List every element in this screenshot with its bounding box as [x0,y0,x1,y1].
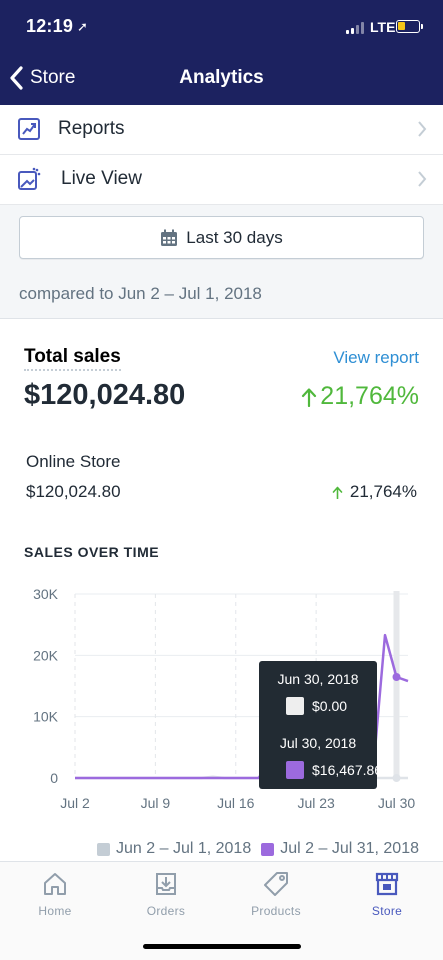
tab-products[interactable]: Products [236,870,316,918]
tab-store[interactable]: Store [347,870,427,918]
calendar-icon [161,229,178,246]
x-tick-label: Jul 23 [297,795,335,811]
battery-icon [396,20,423,33]
live-view-icon [18,167,41,190]
y-tick-label: 10K [33,709,59,725]
chart-tooltip: Jun 30, 2018 $0.00 Jul 30, 2018 $16,467.… [259,661,382,789]
date-range-section: Last 30 days compared to Jun 2 – Jul 1, … [0,205,443,319]
chevron-right-icon [418,171,427,187]
tab-label: Store [371,904,403,918]
channel-value: $120,024.80 [26,482,121,501]
navigation-bar: Store Analytics [0,54,443,105]
chart-legend: Jun 2 – Jul 1, 2018 Jul 2 – Jul 31, 2018 [0,838,443,860]
home-icon [44,873,66,895]
x-tick-label: Jul 16 [217,795,255,811]
chevron-right-icon [418,121,427,137]
x-tick-label: Jul 9 [141,795,171,811]
channel-change-value: 21,764% [349,482,417,501]
tooltip-value-current: $16,467.86 [312,762,383,778]
home-indicator [143,944,301,949]
sales-over-time-heading: SALES OVER TIME [24,544,160,560]
x-tick-label: Jul 2 [60,795,90,811]
legend-label: Jun 2 – Jul 1, 2018 [116,840,252,857]
menu-item-label: Live View [61,168,142,189]
tab-label: Products [251,904,301,918]
signal-icon [346,22,366,34]
tooltip-row-current: $16,467.86 [269,761,382,779]
status-time: 12:19 [26,16,74,36]
tooltip-swatch [286,761,304,779]
menu-item-label: Reports [58,118,125,139]
comparison-text: compared to Jun 2 – Jul 1, 2018 [19,284,262,303]
legend-swatch [261,842,275,856]
series-point [392,774,401,782]
orders-icon [156,873,176,895]
series-point [392,672,401,681]
tooltip-date-current: Jul 30, 2018 [279,735,357,751]
total-sales-change-value: 21,764% [320,382,419,410]
network-type: LTE [370,19,396,35]
total-sales-value: $120,024.80 [24,379,186,411]
tooltip-value-previous: $0.00 [312,698,348,714]
location-arrow-icon: ➚ [77,19,88,34]
tab-orders[interactable]: Orders [126,870,206,918]
total-sales-label[interactable]: Total sales [24,346,121,371]
channel-change: 21,764% [332,482,417,502]
legend-label: Jul 2 – Jul 31, 2018 [280,840,419,857]
tooltip-row-previous: $0.00 [269,697,347,715]
analytics-menu: Reports Live View [0,105,443,205]
view-report-link[interactable]: View report [333,348,419,368]
tab-label: Home [38,904,72,918]
menu-item-live-view[interactable]: Live View [0,155,443,205]
tab-home[interactable]: Home [15,870,95,918]
arrow-up-icon [302,387,317,407]
page-title: Analytics [179,67,264,88]
y-tick-label: 0 [50,770,58,786]
legend-item-current: Jul 2 – Jul 31, 2018 [261,840,419,858]
store-icon [375,872,399,896]
y-tick-label: 20K [33,647,59,663]
legend-swatch [97,842,111,856]
legend-item-previous: Jun 2 – Jul 1, 2018 [97,840,251,858]
date-range-button[interactable]: Last 30 days [19,216,424,259]
status-bar: 12:19 ➚ LTE [0,0,443,54]
tag-icon [264,872,288,896]
hover-band [393,591,400,778]
reports-icon [18,118,40,140]
date-range-label: Last 30 days [186,227,283,247]
tooltip-date-previous: Jun 30, 2018 [277,671,359,687]
tooltip-swatch [286,697,304,715]
channel-label: Online Store [26,452,121,471]
arrow-up-icon [332,486,343,499]
total-sales-change: 21,764% [301,382,419,411]
tab-label: Orders [146,904,186,918]
x-tick-label: Jul 30 [378,795,416,811]
y-tick-label: 30K [33,586,59,602]
menu-item-reports[interactable]: Reports [0,105,443,155]
